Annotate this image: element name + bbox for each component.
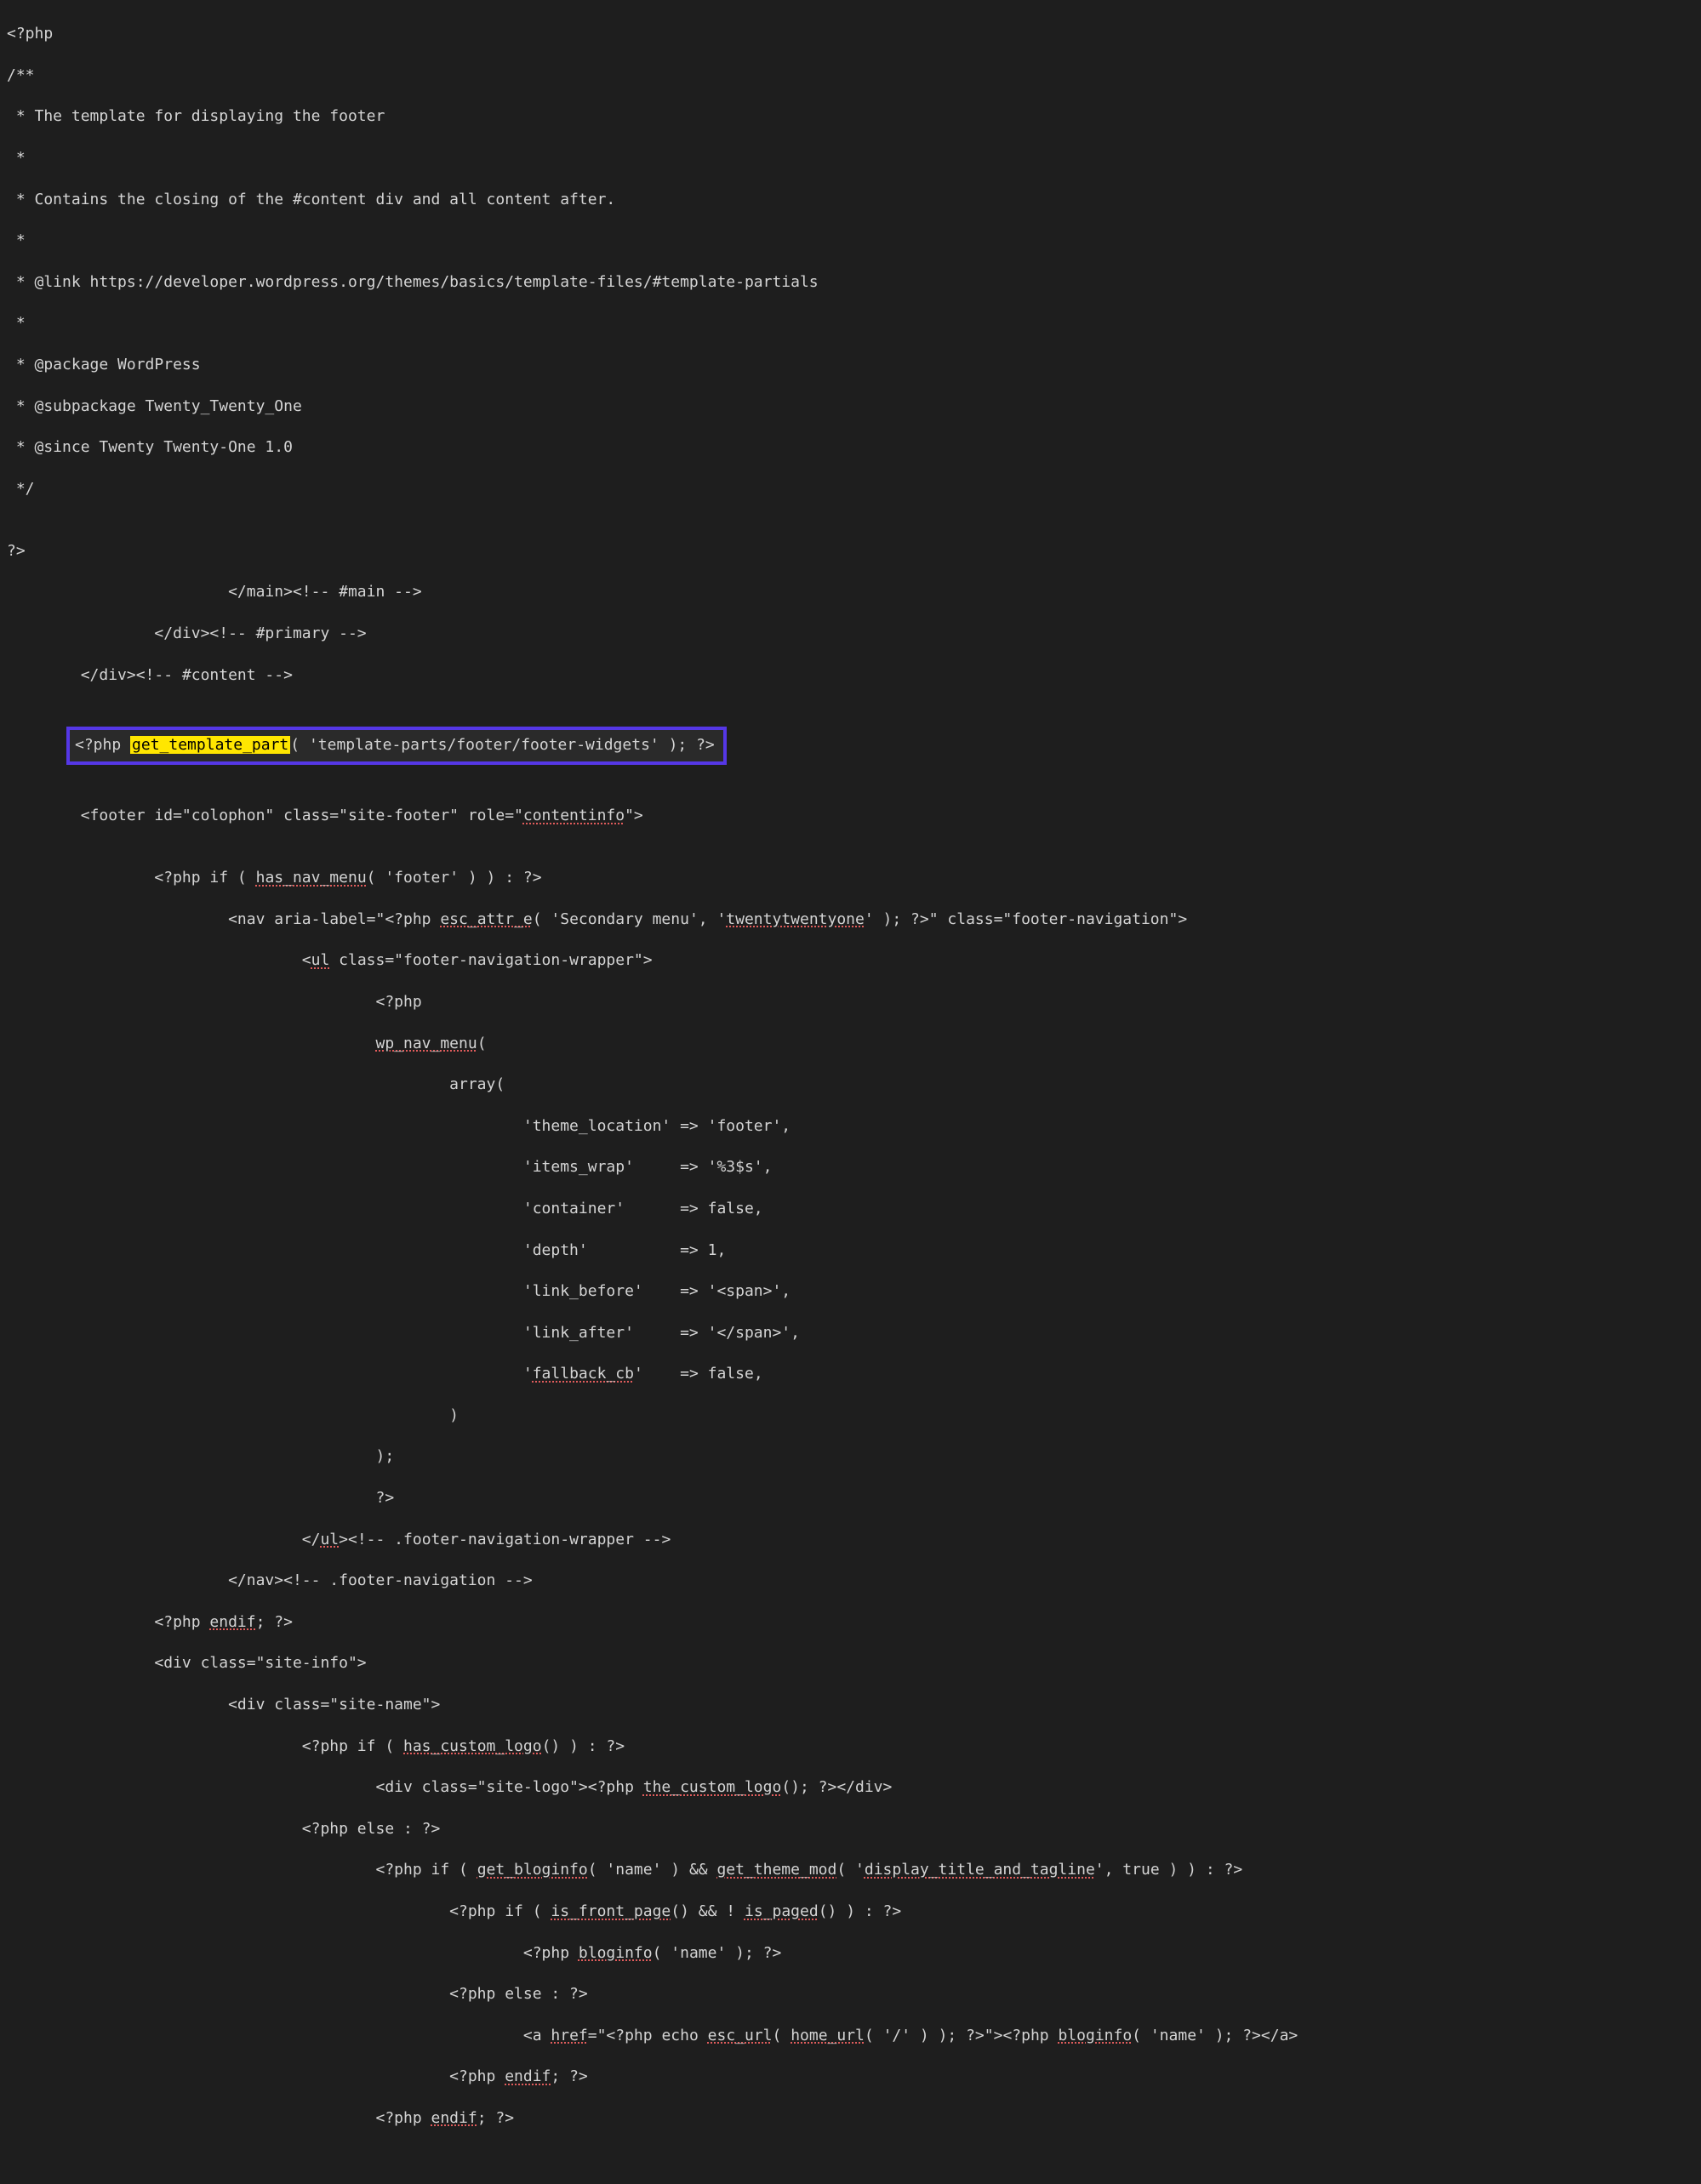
code-line: * @subpackage Twenty_Twenty_One: [7, 396, 1694, 417]
code-line: 'link_before' => '<span>',: [7, 1281, 1694, 1302]
code-line: <?php else : ?>: [7, 1819, 1694, 1839]
code-line: <?php: [7, 24, 1694, 44]
code-line: <?php if ( has_nav_menu( 'footer' ) ) : …: [7, 868, 1694, 888]
code-line: <?php endif; ?>: [7, 1612, 1694, 1633]
code-line: *: [7, 148, 1694, 168]
code-line: <?php: [7, 992, 1694, 1012]
code-line: <?php if ( is_front_page() && ! is_paged…: [7, 1902, 1694, 1922]
highlight-term: get_template_part: [130, 736, 290, 754]
code-line: */: [7, 479, 1694, 499]
code-line: /**: [7, 66, 1694, 86]
code-editor[interactable]: <?php /** * The template for displaying …: [0, 0, 1701, 2184]
code-line: *: [7, 231, 1694, 251]
code-line: * The template for displaying the footer: [7, 106, 1694, 127]
code-line: 'items_wrap' => '%3$s',: [7, 1157, 1694, 1178]
code-line: wp_nav_menu(: [7, 1034, 1694, 1054]
code-line: * Contains the closing of the #content d…: [7, 190, 1694, 210]
code-line: <div class="site-name">: [7, 1695, 1694, 1715]
code-line: <?php if ( get_bloginfo( 'name' ) && get…: [7, 1860, 1694, 1880]
code-line: <ul class="footer-navigation-wrapper">: [7, 950, 1694, 971]
code-line: 'container' => false,: [7, 1199, 1694, 1219]
code-line: <?php if ( has_custom_logo() ) : ?>: [7, 1736, 1694, 1757]
code-line: <?php endif; ?>: [7, 2067, 1694, 2087]
code-line: </div><!-- #content -->: [7, 665, 1694, 686]
highlighted-line: <?php get_template_part( 'template-parts…: [7, 727, 1694, 764]
code-line: ?>: [7, 1488, 1694, 1508]
code-line: * @link https://developer.wordpress.org/…: [7, 272, 1694, 293]
code-line: * @since Twenty Twenty-One 1.0: [7, 437, 1694, 458]
code-line: array(: [7, 1075, 1694, 1095]
code-line: * @package WordPress: [7, 355, 1694, 375]
code-line: <nav aria-label="<?php esc_attr_e( 'Seco…: [7, 910, 1694, 930]
code-line: ?>: [7, 541, 1694, 562]
code-line: </main><!-- #main -->: [7, 582, 1694, 602]
code-line: <div class="site-logo"><?php the_custom_…: [7, 1777, 1694, 1798]
code-line: </nav><!-- .footer-navigation -->: [7, 1571, 1694, 1591]
code-line: <div class="site-info">: [7, 1653, 1694, 1674]
code-line: <?php endif; ?>: [7, 2108, 1694, 2129]
code-line: <?php bloginfo( 'name' ); ?>: [7, 1943, 1694, 1964]
code-line: </ul><!-- .footer-navigation-wrapper -->: [7, 1530, 1694, 1550]
highlight-box: <?php get_template_part( 'template-parts…: [66, 727, 727, 764]
code-line: *: [7, 313, 1694, 334]
code-line: 'theme_location' => 'footer',: [7, 1116, 1694, 1137]
code-line: 'link_after' => '</span>',: [7, 1323, 1694, 1343]
code-line: ): [7, 1406, 1694, 1426]
code-line: 'fallback_cb' => false,: [7, 1364, 1694, 1384]
code-line: </div><!-- #primary -->: [7, 624, 1694, 644]
code-line: );: [7, 1446, 1694, 1467]
code-line: <?php else : ?>: [7, 1984, 1694, 2004]
code-line: <a href="<?php echo esc_url( home_url( '…: [7, 2026, 1694, 2046]
code-line: 'depth' => 1,: [7, 1240, 1694, 1261]
code-line: <footer id="colophon" class="site-footer…: [7, 806, 1694, 826]
